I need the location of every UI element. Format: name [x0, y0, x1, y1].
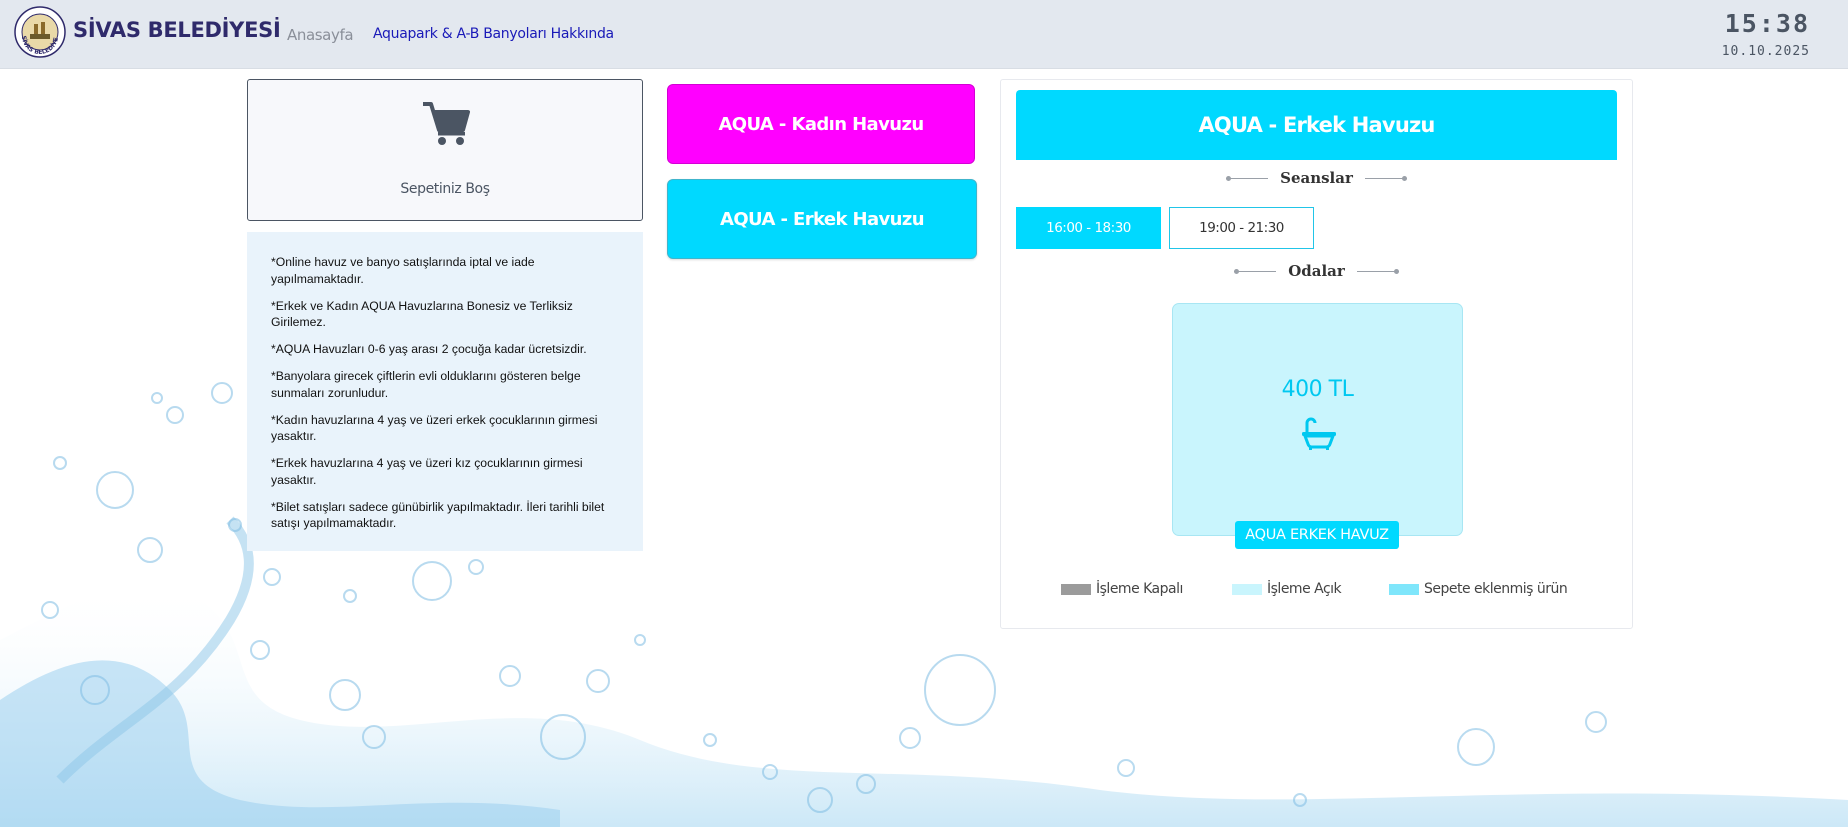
- nav-link-about[interactable]: Aquapark & A-B Banyoları Hakkında: [373, 26, 614, 42]
- nav-link-home[interactable]: Anasayfa: [287, 26, 354, 44]
- sessions-title: Seanslar: [1280, 169, 1353, 187]
- shopping-cart-icon: [423, 102, 470, 145]
- clock-date: 10.10.2025: [1721, 44, 1810, 59]
- legend-in-cart: Sepete eklenmiş ürün: [1389, 581, 1568, 597]
- legend-closed: İşleme Kapalı: [1061, 581, 1183, 597]
- rule-item: *AQUA Havuzları 0-6 yaş arası 2 çocuğa k…: [271, 342, 587, 356]
- rooms-heading: Odalar: [1001, 262, 1632, 280]
- session-button[interactable]: 19:00 - 21:30: [1169, 207, 1314, 249]
- legend-swatch: [1061, 583, 1091, 595]
- sessions-heading: Seanslar: [1001, 169, 1632, 187]
- rooms-title: Odalar: [1288, 262, 1345, 280]
- legend-label: Sepete eklenmiş ürün: [1424, 581, 1568, 597]
- rule-item: *Erkek havuzlarına 4 yaş ve üzeri kız ço…: [271, 456, 583, 487]
- men-pool-button[interactable]: AQUA - Erkek Havuzu: [667, 179, 977, 259]
- clock-time: 15:38: [1724, 9, 1810, 38]
- rule-item: *Kadın havuzlarına 4 yaş ve üzeri erkek …: [271, 412, 598, 444]
- brand-name[interactable]: SİVAS BELEDİYESİ: [73, 18, 281, 42]
- legend-label: İşleme Kapalı: [1096, 581, 1183, 597]
- divider-line: [1234, 268, 1277, 274]
- legend-swatch: [1389, 583, 1419, 595]
- rule-item: *Online havuz ve banyo satışlarında ipta…: [271, 255, 535, 286]
- legend-open: İşleme Açık: [1232, 581, 1342, 597]
- room-card[interactable]: 400 TL: [1172, 303, 1463, 536]
- rule-item: *Erkek ve Kadın AQUA Havuzlarına Bonesiz…: [271, 298, 573, 330]
- cart-box[interactable]: Sepetiniz Boş: [247, 79, 643, 221]
- divider-line: [1364, 175, 1407, 181]
- rule-item: *Bilet satışları sadece günübirlik yapıl…: [271, 499, 605, 531]
- room-name-tag[interactable]: AQUA ERKEK HAVUZ: [1235, 521, 1399, 549]
- legend-swatch: [1232, 583, 1262, 595]
- rule-item: *Banyolara girecek çiftlerin evli oldukl…: [271, 369, 581, 400]
- session-button-selected[interactable]: 16:00 - 18:30: [1016, 207, 1161, 249]
- booking-panel: AQUA - Erkek Havuzu Seanslar 16:00 - 18:…: [1000, 79, 1633, 629]
- panel-title: AQUA - Erkek Havuzu: [1016, 90, 1617, 160]
- divider-line: [1356, 268, 1399, 274]
- rules-notice-box: *Online havuz ve banyo satışlarında ipta…: [247, 232, 643, 551]
- women-pool-button[interactable]: AQUA - Kadın Havuzu: [667, 84, 975, 164]
- divider-line: [1226, 175, 1269, 181]
- top-navigation-bar: SİVAS BELEDİYESİ SİVAS BELEDİYESİ Anasay…: [0, 0, 1848, 69]
- municipality-logo[interactable]: SİVAS BELEDİYESİ: [14, 6, 66, 58]
- cart-status-label: Sepetiniz Boş: [400, 181, 490, 197]
- bathtub-icon: [1302, 417, 1336, 450]
- legend-label: İşleme Açık: [1267, 581, 1342, 597]
- room-price: 400 TL: [1281, 377, 1354, 402]
